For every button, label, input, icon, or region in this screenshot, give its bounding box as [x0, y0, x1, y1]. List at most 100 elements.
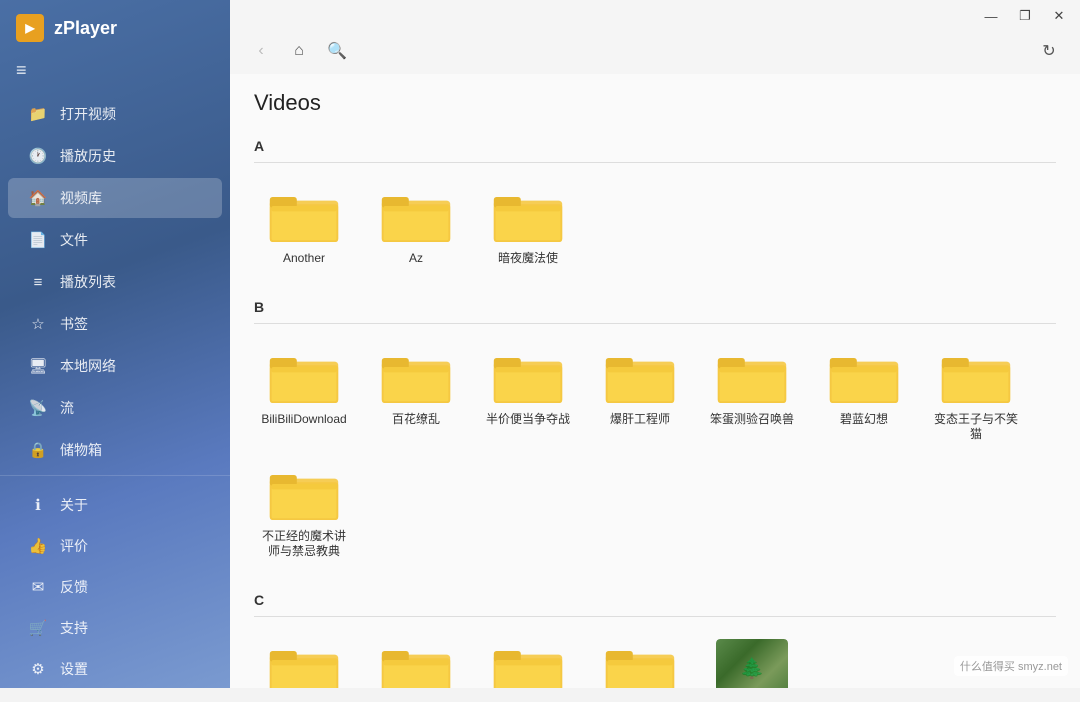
folder-item[interactable]: 爆肝工程师 [590, 340, 690, 449]
library-icon: 🏠 [28, 189, 48, 207]
folder-thumbnail: 🌲 [716, 639, 788, 688]
nav-label: 反馈 [60, 577, 88, 597]
folder-grid: Another Az 暗夜魔法使 [254, 179, 1056, 273]
folder-item[interactable]: 暗夜魔法使 [478, 179, 578, 273]
folder-item[interactable]: 笨蛋测验召唤兽 [702, 340, 802, 449]
settings-icon: ⚙ [28, 660, 48, 678]
nav-label: 储物箱 [60, 440, 102, 460]
files-icon: 📄 [28, 231, 48, 249]
folder-icon [492, 185, 564, 245]
sidebar-item-about[interactable]: ℹ关于 [8, 485, 222, 525]
support-icon: 🛒 [28, 619, 48, 637]
folder-item[interactable]: Az [366, 179, 466, 273]
rate-icon: 👍 [28, 537, 48, 555]
folder-item[interactable]: 百花缭乱 [366, 340, 466, 449]
close-button[interactable]: ✕ [1046, 3, 1072, 29]
folder-name: 百花缭乱 [392, 412, 440, 428]
folder-name: BiliBiliDownload [261, 412, 346, 428]
section-c: C C3 魔方少女 clannad Captures 初音魔法未来演唱会 🌲 C… [254, 586, 1056, 688]
sidebar-item-settings[interactable]: ⚙ 设置 [8, 649, 222, 689]
folder-item[interactable]: C3 魔方少女 [254, 633, 354, 688]
sidebar: ▶ zPlayer ≡ 📁打开视频🕐播放历史 🏠 视频库 📄 文件 ≡播放列表 ☆ 书签 🖥 本地… [0, 0, 230, 688]
watermark: 什么值得买 smyz.net [954, 656, 1068, 676]
folder-icon [268, 463, 340, 523]
folder-item[interactable]: Another [254, 179, 354, 273]
sidebar-item-rate[interactable]: 👍 评价 [8, 526, 222, 566]
sidebar-item-open-video[interactable]: 📁打开视频 [8, 94, 222, 134]
app-title: zPlayer [54, 18, 117, 39]
nav-label: 播放列表 [60, 272, 116, 292]
folder-name: 暗夜魔法使 [498, 251, 558, 267]
nav-label: 书签 [60, 314, 88, 334]
maximize-button[interactable]: ❐ [1012, 3, 1038, 29]
folder-icon [268, 639, 340, 688]
nav-label: 文件 [60, 230, 88, 250]
folder-item[interactable]: 初音魔法未来演唱会 [590, 633, 690, 688]
sidebar-bottom: ℹ关于 👍 评价 ✉ 反馈 🛒 支持 ⚙ 设置 [0, 475, 230, 702]
sidebar-header: ▶ zPlayer [0, 0, 230, 52]
network-icon: 🖥 [28, 357, 48, 375]
app-logo: ▶ [16, 14, 44, 42]
folder-item[interactable]: 半价便当争夺战 [478, 340, 578, 449]
folder-name: Az [409, 251, 423, 267]
vault-icon: 🔒 [28, 441, 48, 459]
sidebar-nav: 📁打开视频🕐播放历史 🏠 视频库 📄 文件 ≡播放列表 ☆ 书签 🖥 本地网络 📡流 🔒 储物箱 [0, 89, 230, 475]
minimize-button[interactable]: — [978, 3, 1004, 29]
section-letter: A [254, 132, 1056, 163]
folder-icon [380, 346, 452, 406]
folder-icon [380, 185, 452, 245]
sidebar-item-library[interactable]: 🏠 视频库 [8, 178, 222, 218]
folder-item[interactable]: 碧蓝幻想 [814, 340, 914, 449]
folder-name: 爆肝工程师 [610, 412, 670, 428]
folder-icon [380, 639, 452, 688]
back-button[interactable]: ‹ [246, 36, 276, 66]
folder-icon [716, 346, 788, 406]
feedback-icon: ✉ [28, 578, 48, 596]
folder-name: 半价便当争夺战 [486, 412, 570, 428]
section-letter: B [254, 293, 1056, 324]
sidebar-item-history[interactable]: 🕐播放历史 [8, 136, 222, 176]
sidebar-item-vault[interactable]: 🔒 储物箱 [8, 430, 222, 470]
folder-item[interactable]: clannad [366, 633, 466, 688]
section-letter: C [254, 586, 1056, 617]
nav-label: 视频库 [60, 188, 102, 208]
section-b: B BiliBiliDownload 百花缭乱 半价便当争夺战 爆肝工程师 笨蛋… [254, 293, 1056, 566]
search-button[interactable]: 🔍 [322, 36, 352, 66]
folder-item[interactable]: 🌲 Chimera- [702, 633, 802, 688]
sidebar-item-bookmarks[interactable]: ☆ 书签 [8, 304, 222, 344]
refresh-button[interactable]: ↻ [1034, 36, 1064, 66]
folder-name: 笨蛋测验召唤兽 [710, 412, 794, 428]
folder-item[interactable]: BiliBiliDownload [254, 340, 354, 449]
nav-label: 本地网络 [60, 356, 116, 376]
history-icon: 🕐 [28, 147, 48, 165]
nav-label: 设置 [60, 659, 88, 679]
folder-item[interactable]: 变态王子与不笑猫 [926, 340, 1026, 449]
sidebar-item-support[interactable]: 🛒 支持 [8, 608, 222, 648]
nav-label: 评价 [60, 536, 88, 556]
folder-name: 不正经的魔术讲师与禁忌教典 [260, 529, 348, 560]
folder-name: 碧蓝幻想 [840, 412, 888, 428]
sidebar-item-network[interactable]: 🖥 本地网络 [8, 346, 222, 386]
sidebar-item-playlist[interactable]: ≡播放列表 [8, 262, 222, 302]
folder-item[interactable]: 不正经的魔术讲师与禁忌教典 [254, 457, 354, 566]
open-video-icon: 📁 [28, 105, 48, 123]
menu-icon[interactable]: ≡ [0, 52, 230, 89]
sections-container: A Another Az 暗夜魔法使 B BiliBiliDownload 百花缭… [254, 132, 1056, 688]
folder-icon [604, 639, 676, 688]
nav-label: 支持 [60, 618, 88, 638]
folder-icon [828, 346, 900, 406]
home-button[interactable]: ⌂ [284, 36, 314, 66]
folder-item[interactable]: Captures [478, 633, 578, 688]
folder-name: Another [283, 251, 325, 267]
folder-icon [940, 346, 1012, 406]
bookmarks-icon: ☆ [28, 315, 48, 333]
folder-grid: C3 魔方少女 clannad Captures 初音魔法未来演唱会 🌲 Chi… [254, 633, 1056, 688]
folder-name: 变态王子与不笑猫 [932, 412, 1020, 443]
sidebar-item-feedback[interactable]: ✉ 反馈 [8, 567, 222, 607]
folder-icon [268, 346, 340, 406]
sidebar-item-files[interactable]: 📄 文件 [8, 220, 222, 260]
sidebar-item-stream[interactable]: 📡流 [8, 388, 222, 428]
toolbar: ‹ ⌂ 🔍 ↻ [230, 32, 1080, 74]
titlebar: — ❐ ✕ [230, 0, 1080, 32]
folder-grid: BiliBiliDownload 百花缭乱 半价便当争夺战 爆肝工程师 笨蛋测验… [254, 340, 1056, 566]
